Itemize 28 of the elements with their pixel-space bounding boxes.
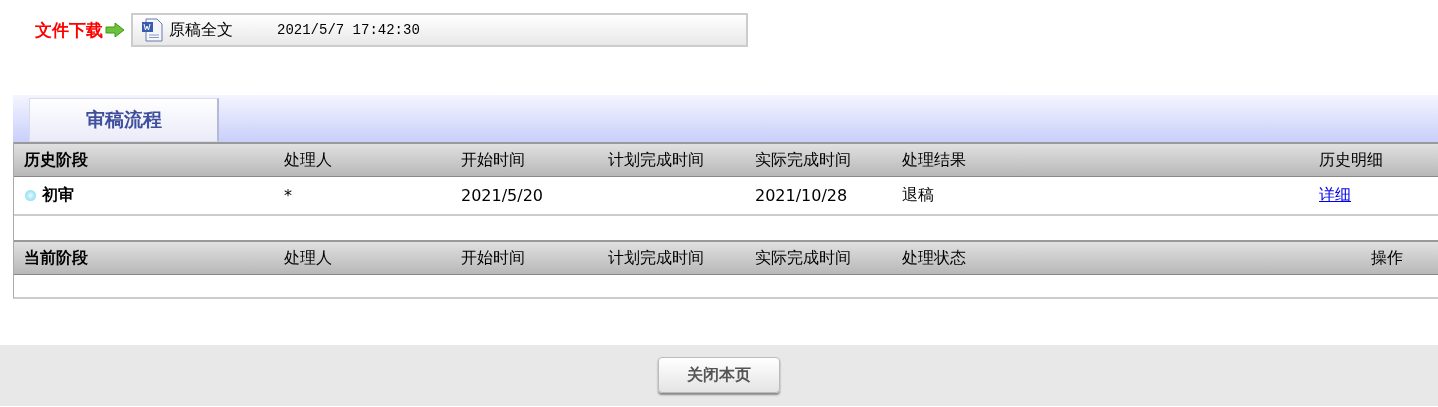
table-cell: 2021/10/28 <box>755 186 848 205</box>
column-header: 计划完成时间 <box>608 247 704 267</box>
column-header: 历史明细 <box>1319 149 1383 169</box>
table-cell: 2021/5/20 <box>461 186 544 205</box>
document-icon[interactable] <box>141 18 163 42</box>
download-label: 文件下载 <box>35 18 103 42</box>
column-header: 处理状态 <box>902 247 966 267</box>
column-header: 操作 <box>1371 247 1403 267</box>
close-button[interactable]: 关闭本页 <box>658 357 780 393</box>
column-header: 实际完成时间 <box>755 149 851 169</box>
column-header: 当前阶段 <box>24 247 88 267</box>
detail-link[interactable]: 详细 <box>1319 185 1351 204</box>
table-cell: 退稿 <box>902 185 934 204</box>
tab[interactable]: 审稿流程 <box>29 98 219 142</box>
column-header: 计划完成时间 <box>608 149 704 169</box>
stage-name: 初审 <box>42 185 74 206</box>
column-header: 处理人 <box>284 247 332 267</box>
column-header: 历史阶段 <box>24 149 88 169</box>
column-header: 处理人 <box>284 149 332 169</box>
column-header: 实际完成时间 <box>755 247 851 267</box>
file-link[interactable]: 原稿全文 <box>169 19 233 41</box>
bullet-icon <box>25 190 36 201</box>
arrow-icon <box>105 22 125 38</box>
file-time: 2021/5/7 17:42:30 <box>277 22 420 38</box>
table-cell: * <box>284 186 292 205</box>
column-header: 开始时间 <box>461 149 525 169</box>
column-header: 处理结果 <box>902 149 966 169</box>
column-header: 开始时间 <box>461 247 525 267</box>
